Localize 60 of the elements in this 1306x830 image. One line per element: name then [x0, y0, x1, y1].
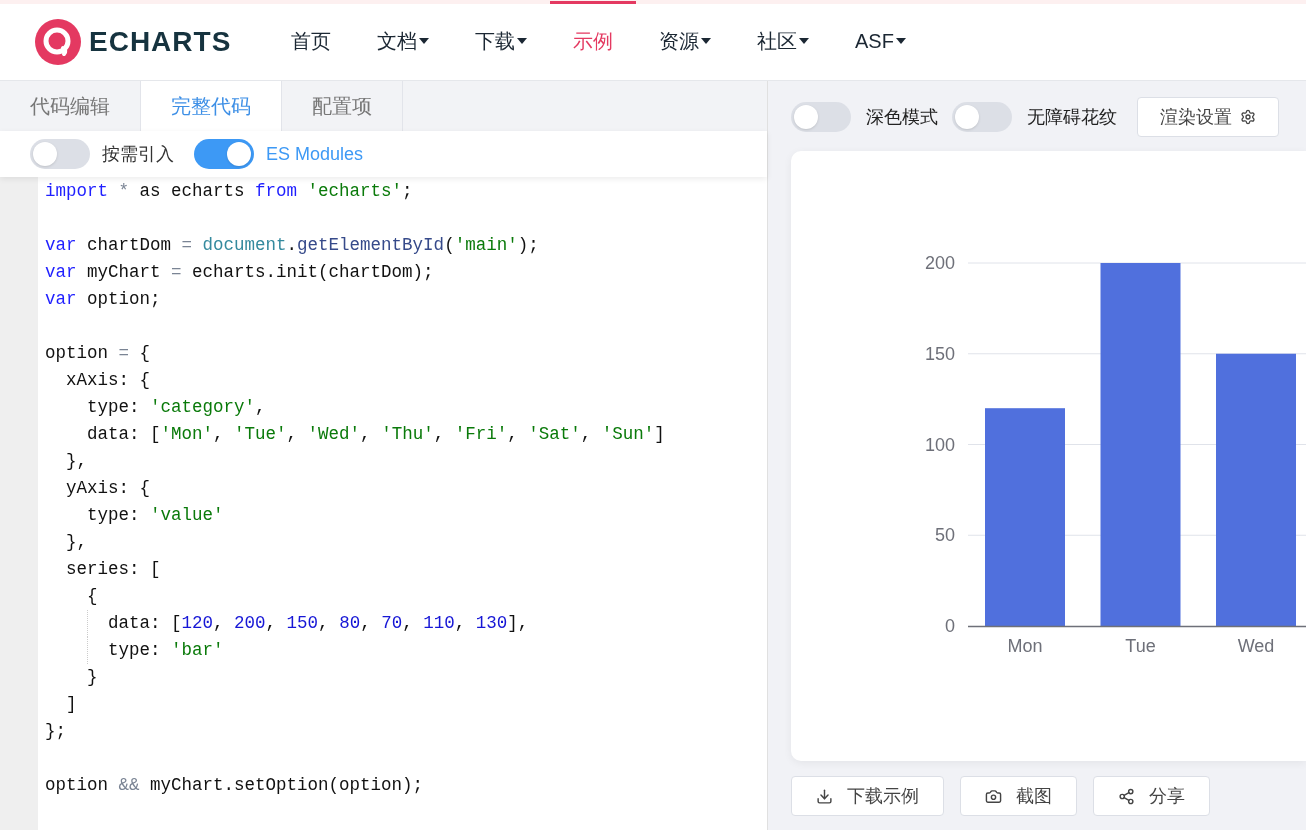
action-button[interactable]: 下载示例 [791, 776, 944, 816]
logo-icon [35, 19, 81, 65]
share-icon [1118, 787, 1135, 805]
code-line: series: [ [65, 558, 162, 581]
code-line: }, [65, 450, 88, 473]
code-line: type: 'category', [86, 396, 267, 419]
code-line: }; [45, 720, 67, 743]
code-line: } [86, 666, 99, 689]
nav-link[interactable]: 资源 [636, 1, 734, 77]
toggle-label: ES Modules [266, 142, 364, 166]
x-axis-label: Mon [1007, 636, 1043, 656]
y-axis-label: 0 [945, 616, 955, 636]
nav-link[interactable]: 社区 [734, 1, 832, 77]
nav-link[interactable]: 首页 [268, 1, 354, 77]
code-line: type: 'bar' [45, 637, 665, 664]
nav-label: ASF [855, 28, 894, 54]
nav-label: 示例 [573, 28, 613, 54]
toggle-switch[interactable] [194, 139, 254, 169]
toggle-switch[interactable] [952, 102, 1012, 132]
code-line: option && myChart.setOption(option); [45, 774, 425, 797]
download-icon [816, 787, 833, 805]
nav-link[interactable]: 文档 [354, 1, 452, 77]
nav-label: 下载 [475, 28, 515, 54]
y-axis-label: 150 [924, 343, 955, 364]
nav-label: 文档 [377, 28, 417, 54]
toggle-label: 深色模式 [866, 105, 938, 129]
code-line: type: 'value' [86, 504, 225, 527]
nav-label: 资源 [659, 28, 699, 54]
action-button[interactable]: 分享 [1093, 776, 1210, 816]
toggle-switch[interactable] [30, 139, 90, 169]
code-line: import * as echarts from 'echarts'; [45, 180, 414, 203]
code-line: var myChart = echarts.init(chartDom); [45, 261, 435, 284]
x-axis-label: Wed [1237, 636, 1275, 656]
logo-text: ECHARTS [89, 25, 232, 59]
code-line: data: ['Mon', 'Tue', 'Wed', 'Thu', 'Fri', 'Sat', 'Sun'] [86, 423, 665, 446]
action-button[interactable]: 截图 [960, 776, 1077, 816]
settings-icon [1240, 109, 1256, 125]
nav-link[interactable]: 下载 [452, 1, 550, 77]
code-line: yAxis: { [65, 477, 152, 500]
nav-label: 首页 [291, 28, 331, 54]
code-line: }, [65, 531, 88, 554]
render-settings-button[interactable]: 渲染设置 [1137, 97, 1279, 137]
nav-link[interactable]: 示例 [550, 1, 636, 77]
x-axis-label: Tue [1125, 636, 1156, 656]
toggle-label: 无障碍花纹 [1027, 105, 1117, 129]
y-axis-label: 200 [924, 253, 955, 273]
y-axis-label: 50 [934, 525, 955, 546]
code-line: ] [65, 693, 78, 716]
code-line: var chartDom = document.getElementById('main'); [45, 234, 540, 257]
code-line: option = { [45, 342, 152, 365]
nav-label: 社区 [757, 28, 797, 54]
camera-icon [985, 787, 1002, 805]
toggle-label: 按需引入 [102, 142, 174, 166]
code-line: { [86, 585, 99, 608]
code-line: xAxis: { [65, 369, 152, 392]
code-line: var option; [45, 288, 162, 311]
code-line: data: [120, 200, 150, 80, 70, 110, 130], [45, 610, 665, 637]
toggle-switch[interactable] [791, 102, 851, 132]
y-axis-label: 100 [924, 434, 955, 455]
nav-link[interactable]: ASF [832, 1, 929, 77]
